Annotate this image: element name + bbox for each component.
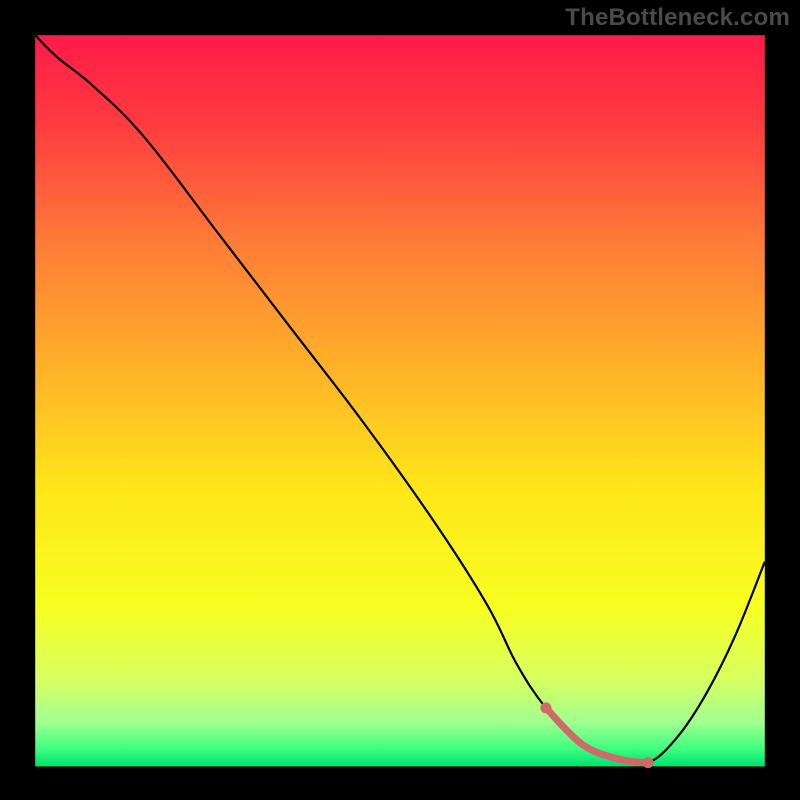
bottleneck-chart: TheBottleneck.com xyxy=(0,0,800,800)
chart-svg xyxy=(0,0,800,800)
optimal-range-start-dot xyxy=(540,702,551,713)
optimal-range-end-dot xyxy=(643,757,654,768)
plot-background xyxy=(35,35,765,766)
watermark-text: TheBottleneck.com xyxy=(565,4,790,32)
